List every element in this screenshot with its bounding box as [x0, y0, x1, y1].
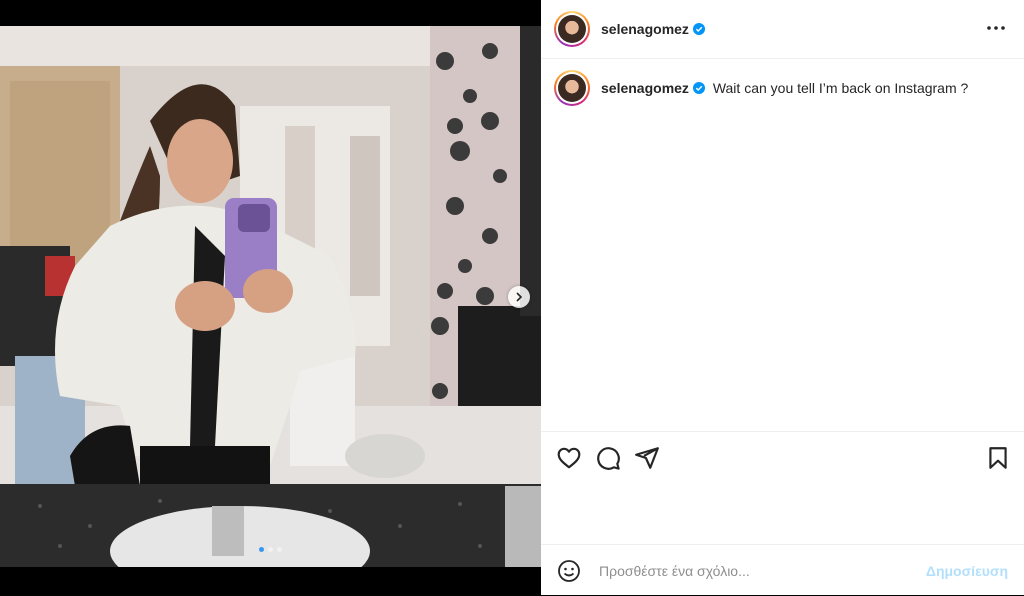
action-bar	[541, 431, 1024, 487]
caption-row: selenagomez Wait can you tell I’m back o…	[554, 70, 968, 106]
post-media[interactable]	[0, 0, 541, 595]
bookmark-icon[interactable]	[985, 445, 1011, 471]
carousel-dot	[268, 547, 273, 552]
avatar[interactable]	[554, 11, 590, 47]
chevron-right-icon	[516, 292, 523, 302]
post-header: selenagomez	[541, 0, 1024, 59]
carousel-dot	[259, 547, 264, 552]
post-comment-button[interactable]: Δημοσίευση	[926, 563, 1008, 579]
verified-badge-icon	[692, 23, 705, 35]
more-horizontal-icon	[987, 26, 1005, 30]
carousel-indicator	[0, 547, 541, 552]
carousel-dot	[277, 547, 282, 552]
carousel-next-button[interactable]	[508, 286, 530, 308]
verified-badge-icon	[692, 82, 705, 94]
emoji-icon[interactable]	[557, 559, 581, 583]
caption-text: selenagomez Wait can you tell I’m back o…	[601, 80, 968, 96]
post-photo	[0, 26, 541, 567]
send-icon[interactable]	[634, 445, 660, 471]
comment-icon[interactable]	[595, 445, 621, 471]
username-link[interactable]: selenagomez	[601, 80, 689, 96]
caption: Wait can you tell I’m back on Instagram …	[712, 80, 969, 96]
more-options-button[interactable]	[986, 18, 1006, 38]
heart-icon[interactable]	[556, 445, 582, 471]
avatar[interactable]	[554, 70, 590, 106]
comment-input[interactable]	[597, 561, 901, 580]
post-sidebar: selenagomez selenagomez Wait can you tel…	[541, 0, 1024, 595]
add-comment-bar: Δημοσίευση	[541, 544, 1024, 596]
username-link[interactable]: selenagomez	[601, 21, 689, 37]
